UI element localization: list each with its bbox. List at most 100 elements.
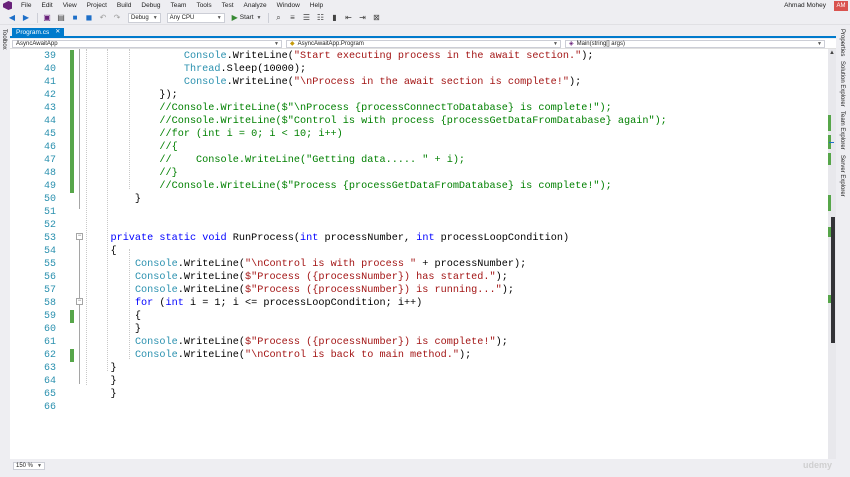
- code-line[interactable]: 44 //Console.WriteLine($"Control is with…: [10, 115, 830, 128]
- menu-help[interactable]: Help: [305, 0, 328, 11]
- code-line[interactable]: 63 }: [10, 362, 830, 375]
- code-line[interactable]: 47 // Console.WriteLine("Getting data...…: [10, 154, 830, 167]
- menu-tools[interactable]: Tools: [191, 0, 216, 11]
- line-number: 55: [43, 259, 56, 270]
- save-all-icon[interactable]: ◼: [83, 12, 95, 23]
- avatar[interactable]: AM: [834, 1, 848, 11]
- code-text: Console.WriteLine($"Process ({processNum…: [134, 272, 508, 283]
- tab-label: Program.cs: [16, 29, 50, 36]
- code-line[interactable]: 48 //}: [10, 167, 830, 180]
- navigation-bar: AsyncAwaitApp ▼ ◆ AsyncAwaitApp.Program …: [10, 39, 836, 49]
- code-line[interactable]: 52: [10, 219, 830, 232]
- member-dropdown[interactable]: ◈ Main(string[] args) ▼: [565, 40, 825, 48]
- line-number: 57: [43, 285, 56, 296]
- code-editor[interactable]: − − 39 Console.WriteLine("Start executin…: [10, 49, 830, 459]
- toolbox-tab[interactable]: Toolbox: [1, 29, 7, 50]
- caret-marker: [829, 142, 834, 143]
- start-button-label: Start: [239, 14, 254, 21]
- code-line[interactable]: 60 }: [10, 323, 830, 336]
- code-line[interactable]: 51: [10, 206, 830, 219]
- code-line[interactable]: 62 Console.WriteLine("\nControl is back …: [10, 349, 830, 362]
- code-text: // Console.WriteLine("Getting data..... …: [134, 155, 466, 166]
- close-icon[interactable]: ✕: [55, 28, 60, 37]
- menu-test[interactable]: Test: [217, 0, 239, 11]
- navigate-back-icon[interactable]: ◀: [6, 12, 18, 23]
- left-tool-strip: Toolbox: [0, 25, 10, 477]
- code-line[interactable]: 64 }: [10, 375, 830, 388]
- uncomment-icon[interactable]: ☷: [314, 12, 326, 23]
- zoom-dropdown[interactable]: 150 % ▼: [13, 462, 45, 470]
- line-number: 65: [43, 389, 56, 400]
- code-line[interactable]: 57 Console.WriteLine($"Process ({process…: [10, 284, 830, 297]
- class-dropdown[interactable]: ◆ AsyncAwaitApp.Program ▼: [286, 40, 561, 48]
- line-number: 51: [43, 207, 56, 218]
- menu-file[interactable]: File: [16, 0, 36, 11]
- undo-icon[interactable]: ↶: [97, 12, 109, 23]
- code-line[interactable]: 53 private static void RunProcess(int pr…: [10, 232, 830, 245]
- bookmark-next-icon[interactable]: ⇥: [356, 12, 368, 23]
- navigate-forward-icon[interactable]: ▶: [20, 12, 32, 23]
- code-line[interactable]: 55 Console.WriteLine("\nControl is with …: [10, 258, 830, 271]
- team-explorer-tab[interactable]: Team Explorer: [839, 111, 845, 150]
- chevron-down-icon: ▼: [817, 41, 822, 47]
- code-line[interactable]: 59 {: [10, 310, 830, 323]
- zoom-level: 150 %: [16, 463, 34, 469]
- code-line[interactable]: 56 Console.WriteLine($"Process ({process…: [10, 271, 830, 284]
- code-line[interactable]: 40 Thread.Sleep(10000);: [10, 63, 830, 76]
- vertical-scrollbar[interactable]: ▲: [828, 49, 836, 459]
- line-number: 54: [43, 246, 56, 257]
- new-project-icon[interactable]: ▣: [41, 12, 53, 23]
- code-line[interactable]: 58 for (int i = 1; i <= processLoopCondi…: [10, 297, 830, 310]
- bookmark-icon[interactable]: ▮: [328, 12, 340, 23]
- code-line[interactable]: 66: [10, 401, 830, 414]
- tab-program-cs[interactable]: Program.cs ✕: [12, 28, 65, 37]
- class-icon: ◆: [290, 41, 295, 47]
- code-line[interactable]: 49 //Console.WriteLine($"Process {proces…: [10, 180, 830, 193]
- open-file-icon[interactable]: ▤: [55, 12, 67, 23]
- find-icon[interactable]: ⌕: [272, 12, 284, 23]
- code-line[interactable]: 43 //Console.WriteLine($"\nProcess {proc…: [10, 102, 830, 115]
- menu-debug[interactable]: Debug: [136, 0, 165, 11]
- scrollbar-thumb[interactable]: [831, 217, 835, 343]
- account-name[interactable]: Ahmad Mohey: [784, 0, 826, 11]
- bookmark-prev-icon[interactable]: ⇤: [342, 12, 354, 23]
- save-icon[interactable]: ■: [69, 12, 81, 23]
- menu-build[interactable]: Build: [112, 0, 136, 11]
- code-line[interactable]: 61 Console.WriteLine($"Process ({process…: [10, 336, 830, 349]
- solution-configuration-value: Debug: [131, 14, 149, 21]
- menu-project[interactable]: Project: [82, 0, 112, 11]
- scroll-up-arrow-icon[interactable]: ▲: [828, 49, 836, 57]
- menu-view[interactable]: View: [58, 0, 82, 11]
- code-line[interactable]: 41 Console.WriteLine("\nProcess in the a…: [10, 76, 830, 89]
- format-icon[interactable]: ≡: [286, 12, 298, 23]
- code-line[interactable]: 42 });: [10, 89, 830, 102]
- change-indicator: [70, 310, 74, 323]
- menu-team[interactable]: Team: [166, 0, 192, 11]
- line-number: 53: [43, 233, 56, 244]
- solution-configuration-dropdown[interactable]: Debug ▼: [128, 12, 161, 23]
- redo-icon[interactable]: ↷: [111, 12, 123, 23]
- menu-edit[interactable]: Edit: [36, 0, 57, 11]
- project-dropdown[interactable]: AsyncAwaitApp ▼: [12, 40, 282, 48]
- code-line[interactable]: 45 //for (int i = 0; i < 10; i++): [10, 128, 830, 141]
- code-line[interactable]: 39 Console.WriteLine("Start executing pr…: [10, 50, 830, 63]
- bookmark-clear-icon[interactable]: ⊠: [370, 12, 382, 23]
- code-text: private static void RunProcess(int proce…: [110, 233, 570, 244]
- start-button[interactable]: ▶ Start ▼: [232, 13, 262, 22]
- properties-tab[interactable]: Properties: [839, 29, 845, 56]
- code-line[interactable]: 54 {: [10, 245, 830, 258]
- menu-window[interactable]: Window: [272, 0, 305, 11]
- code-text: //}: [134, 168, 178, 179]
- server-explorer-tab[interactable]: Server Explorer: [839, 155, 845, 197]
- code-line[interactable]: 65 }: [10, 388, 830, 401]
- solution-explorer-tab[interactable]: Solution Explorer: [839, 61, 845, 107]
- menu-analyze[interactable]: Analyze: [239, 0, 272, 11]
- change-marker: [828, 115, 831, 131]
- code-text: Console.WriteLine($"Process ({processNum…: [134, 337, 508, 348]
- code-line[interactable]: 46 //{: [10, 141, 830, 154]
- solution-platform-dropdown[interactable]: Any CPU ▼: [166, 12, 225, 23]
- code-text: //for (int i = 0; i < 10; i++): [134, 129, 343, 140]
- code-line[interactable]: 50 }: [10, 193, 830, 206]
- change-indicator: [70, 89, 74, 102]
- comment-icon[interactable]: ☰: [300, 12, 312, 23]
